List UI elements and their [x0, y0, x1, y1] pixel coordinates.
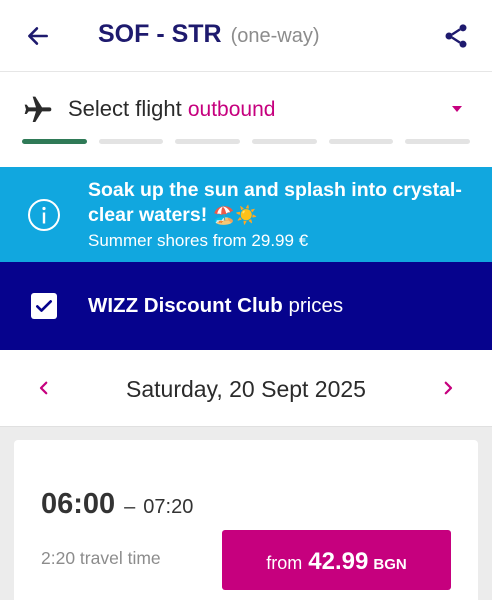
- promo-banner[interactable]: Soak up the sun and splash into crystal-…: [0, 167, 492, 262]
- travel-time: 2:20 travel time: [41, 548, 161, 568]
- progress-step: [175, 139, 241, 144]
- airplane-icon: [24, 96, 52, 122]
- info-icon: [28, 199, 60, 231]
- top-app-bar: SOF - STR (one-way): [0, 0, 492, 72]
- promo-subtext: Summer shores from 29.99 €: [88, 231, 309, 250]
- price-prefix: from: [266, 553, 303, 573]
- price-currency: BGN: [373, 556, 407, 573]
- beach-sun-emoji: 🏖️☀️: [212, 205, 258, 225]
- departure-time: 06:00: [41, 488, 116, 520]
- flight-times: 06:00 – 07:20: [41, 488, 193, 521]
- flight-select-row[interactable]: Select flight outbound: [0, 72, 492, 167]
- chevron-right-icon: [444, 381, 453, 395]
- progress-steps: [22, 139, 471, 144]
- price-button[interactable]: from 42.99 BGN: [222, 530, 451, 590]
- time-separator: –: [124, 496, 136, 518]
- price-amount: 42.99: [308, 548, 369, 575]
- progress-step: [252, 139, 317, 144]
- progress-step: [22, 139, 87, 144]
- discount-club-label: WIZZ Discount Club prices: [88, 294, 343, 318]
- discount-club-checkbox[interactable]: [31, 293, 57, 319]
- select-flight-label: Select flight outbound: [68, 96, 275, 122]
- trip-type-label: (one-way): [230, 25, 320, 47]
- arrival-time: 07:20: [143, 496, 194, 518]
- next-date-button[interactable]: [434, 374, 462, 402]
- share-button[interactable]: [438, 18, 474, 54]
- promo-headline-text: Soak up the sun and splash into crystal-…: [88, 179, 462, 226]
- select-flight-text: Select flight: [68, 96, 182, 121]
- discount-club-name: WIZZ Discount Club: [88, 294, 283, 317]
- route-label: SOF - STR: [98, 20, 222, 48]
- checkmark-icon: [36, 300, 53, 312]
- back-button[interactable]: [20, 18, 56, 54]
- progress-step: [98, 139, 164, 144]
- discount-club-suffix: prices: [288, 294, 344, 317]
- caret-down-icon[interactable]: [452, 106, 462, 112]
- discount-club-bar: WIZZ Discount Club prices: [0, 262, 492, 350]
- progress-step: [405, 139, 471, 144]
- direction-label: outbound: [187, 98, 276, 121]
- date-selector: Saturday, 20 Sept 2025: [0, 350, 492, 427]
- page-title: SOF - STR (one-way): [98, 20, 320, 52]
- share-icon: [445, 24, 467, 48]
- date-label: Saturday, 20 Sept 2025: [126, 376, 366, 402]
- arrow-left-icon: [28, 27, 48, 45]
- progress-step: [328, 139, 394, 144]
- flight-card[interactable]: 06:00 – 07:20 2:20 travel time from 42.9…: [14, 440, 478, 600]
- promo-headline: Soak up the sun and splash into crystal-…: [88, 178, 478, 228]
